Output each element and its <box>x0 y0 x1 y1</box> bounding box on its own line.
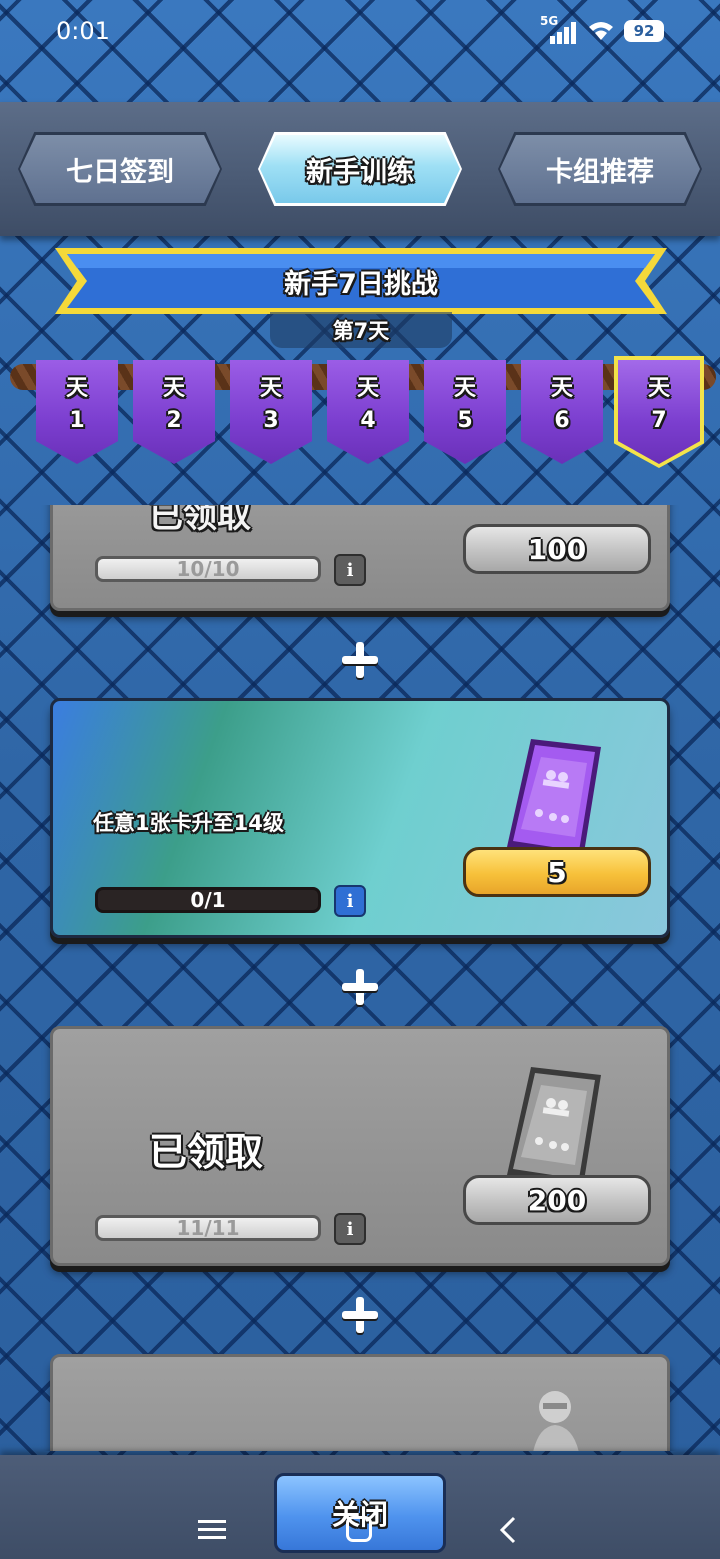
day-flag-label: 天 <box>647 376 670 401</box>
signal-icon <box>550 22 576 44</box>
tab-beginner-training[interactable]: 新手训练 <box>260 135 460 203</box>
day-flag-2[interactable]: 天2 <box>133 360 215 464</box>
day-flag-number: 2 <box>166 408 182 433</box>
card-reward-icon <box>507 739 601 859</box>
day-flag-label: 天 <box>65 376 88 401</box>
day-flag-number: 6 <box>554 408 570 433</box>
day-flag-number: 5 <box>457 408 473 433</box>
back-icon[interactable] <box>496 1516 522 1544</box>
day-flag-label: 天 <box>550 376 573 401</box>
day-flag-4[interactable]: 天4 <box>327 360 409 464</box>
reward-amount: 5 <box>547 855 567 889</box>
status-bar: 0:01 5G 92 <box>0 0 720 64</box>
battery-indicator: 92 <box>624 20 664 42</box>
info-icon[interactable]: i <box>334 885 366 917</box>
progress-text: 10/10 <box>176 557 240 581</box>
plus-icon <box>340 967 380 1007</box>
day-flag-number: 1 <box>69 408 85 433</box>
tab-seven-day-checkin[interactable]: 七日签到 <box>20 135 220 203</box>
day-flag-label: 天 <box>259 376 282 401</box>
day-flag-label: 天 <box>453 376 476 401</box>
day-flag-5[interactable]: 天5 <box>424 360 506 464</box>
reward-amount: 200 <box>527 1183 587 1217</box>
progress-text: 0/1 <box>190 888 226 912</box>
task-card-claimed: 已领取 10/10 i 100 <box>50 505 670 611</box>
day-flag-number: 7 <box>651 408 667 433</box>
day-flag-1[interactable]: 天1 <box>36 360 118 464</box>
card-reward-icon <box>507 1067 601 1187</box>
challenge-title: 新手7日挑战 <box>284 268 438 300</box>
task-card-active: 任意1张卡升至14级 0/1 i 5 <box>50 698 670 938</box>
progress-text: 11/11 <box>176 1216 240 1240</box>
clock: 0:01 <box>56 17 110 45</box>
day-flag-number: 3 <box>263 408 279 433</box>
day-flag-3[interactable]: 天3 <box>230 360 312 464</box>
task-status-text: 已领取 <box>149 505 251 536</box>
wifi-icon <box>589 22 613 40</box>
task-card-claimed: 已领取 11/11 i 200 <box>50 1026 670 1266</box>
day-flag-label: 天 <box>162 376 185 401</box>
day-flag-label: 天 <box>356 376 379 401</box>
tab-label: 新手训练 <box>306 156 414 188</box>
menu-icon[interactable] <box>198 1518 226 1542</box>
day-flag-number: 4 <box>360 408 376 433</box>
task-status-text: 已领取 <box>149 1130 264 1174</box>
challenge-banner: 新手7日挑战 <box>55 248 667 314</box>
home-icon[interactable] <box>346 1516 372 1542</box>
info-icon[interactable]: i <box>334 554 366 586</box>
task-list[interactable]: 已领取 10/10 i 100 任意1张卡升至14级 0/1 i 5 已领取 1… <box>0 505 720 1451</box>
task-progress-bar: 11/11 <box>95 1215 321 1241</box>
character-reward-icon <box>533 1391 579 1451</box>
reward-amount: 100 <box>527 532 587 566</box>
plus-icon <box>340 640 380 680</box>
task-progress-bar: 0/1 <box>95 887 321 913</box>
claim-reward-button[interactable]: 5 <box>463 847 651 897</box>
tab-deck-recommend[interactable]: 卡组推荐 <box>500 135 700 203</box>
current-day-label: 第7天 <box>270 312 452 348</box>
task-card-claimed <box>50 1354 670 1451</box>
task-description: 任意1张卡升至14级 <box>93 811 284 835</box>
reward-button[interactable]: 100 <box>463 524 651 574</box>
plus-icon <box>340 1295 380 1335</box>
tab-bar: 七日签到 新手训练 卡组推荐 <box>0 102 720 236</box>
task-progress-bar: 10/10 <box>95 556 321 582</box>
day-flag-7[interactable]: 天7 <box>614 356 704 468</box>
info-icon[interactable]: i <box>334 1213 366 1245</box>
day-flag-6[interactable]: 天6 <box>521 360 603 464</box>
reward-button[interactable]: 200 <box>463 1175 651 1225</box>
